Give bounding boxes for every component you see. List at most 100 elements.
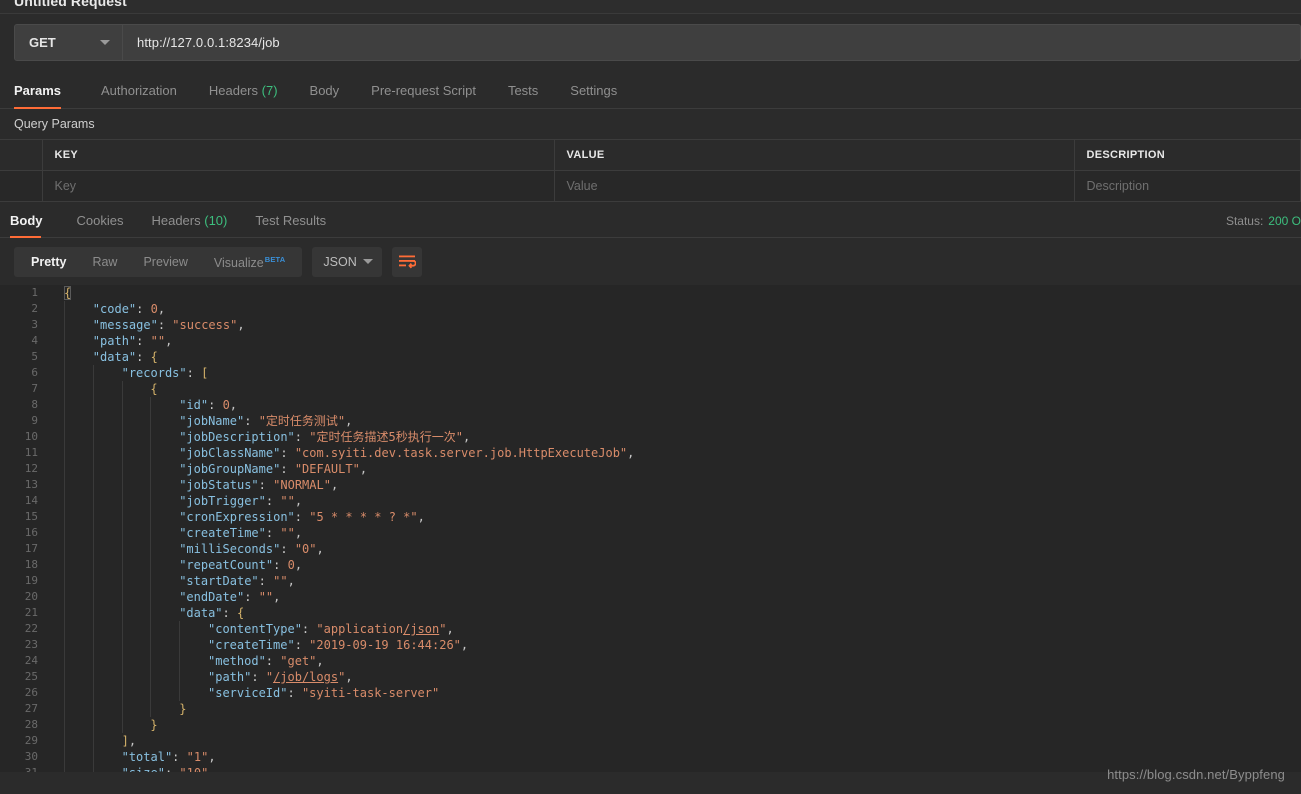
indent-guide [64, 397, 65, 413]
indent-guide [150, 461, 152, 477]
indent-guide [92, 381, 94, 397]
indent-guide [64, 557, 65, 573]
indent-guide [121, 445, 123, 461]
indent-guide [92, 749, 94, 765]
code-line-text: } [48, 717, 1301, 733]
code-line-text: "id": 0, [48, 397, 1301, 413]
code-line-text: } [48, 701, 1301, 717]
indent-guide [150, 445, 152, 461]
response-tab-headers[interactable]: Headers (10) [137, 213, 241, 237]
response-format-select[interactable]: JSON [312, 246, 383, 277]
code-line: 22 "contentType": "application/json", [0, 621, 1301, 637]
line-number: 19 [24, 574, 38, 587]
row-checkbox[interactable] [0, 170, 43, 202]
tab-tests[interactable]: Tests [492, 83, 554, 108]
indent-guide [92, 621, 94, 637]
indent-guide [121, 621, 123, 637]
code-line: 7{ [0, 381, 1301, 397]
code-line-text: "milliSeconds": "0", [48, 541, 1301, 557]
indent-guide [64, 333, 65, 349]
indent-guide [92, 701, 94, 717]
indent-guide [121, 525, 123, 541]
indent-guide [92, 365, 94, 381]
line-number: 26 [24, 686, 38, 699]
table-header-row: KEY VALUE DESCRIPTION [0, 139, 1301, 171]
indent-guide [64, 493, 65, 509]
row-value-input[interactable]: Value [554, 170, 1075, 202]
indent-guide [64, 461, 65, 477]
indent-guide [92, 541, 94, 557]
response-tab-body[interactable]: Body [10, 213, 57, 238]
code-line: 20 "endDate": "", [0, 589, 1301, 605]
indent-guide [150, 509, 152, 525]
code-line-text: "data": { [48, 349, 1301, 365]
indent-guide [64, 669, 65, 685]
code-line: 8 "id": 0, [0, 397, 1301, 413]
status-badge: 200 O [1268, 214, 1301, 228]
viewer-mode-visualize[interactable]: VisualizeBETA [201, 245, 298, 278]
response-tab-cookies[interactable]: Cookies [63, 213, 138, 237]
tab-headers[interactable]: Headers (7) [193, 83, 294, 108]
response-tabs-row: Body Cookies Headers (10) Test Results S… [0, 202, 1301, 238]
row-key-input[interactable]: Key [42, 170, 555, 202]
indent-guide [150, 541, 152, 557]
indent-guide [121, 493, 123, 509]
code-line-text: "data": { [48, 605, 1301, 621]
response-tab-test-results[interactable]: Test Results [241, 213, 340, 237]
tab-pre-request-script[interactable]: Pre-request Script [355, 83, 492, 108]
line-number: 1 [31, 286, 38, 299]
code-line: 2 "code": 0, [0, 301, 1301, 317]
tab-body[interactable]: Body [294, 83, 356, 108]
line-number: 17 [24, 542, 38, 555]
indent-guide [64, 445, 65, 461]
viewer-mode-raw[interactable]: Raw [79, 247, 130, 277]
indent-guide [92, 765, 94, 772]
indent-guide [150, 413, 152, 429]
indent-guide [64, 653, 65, 669]
indent-guide [121, 653, 123, 669]
indent-guide [64, 621, 65, 637]
viewer-mode-preview[interactable]: Preview [130, 247, 200, 277]
column-header-checkbox [0, 139, 43, 171]
tab-settings-label: Settings [570, 83, 618, 98]
response-format-label: JSON [323, 254, 357, 269]
code-line-text: "jobTrigger": "", [48, 493, 1301, 509]
tab-params[interactable]: Params [14, 83, 77, 109]
line-number: 2 [31, 302, 38, 315]
indent-guide [64, 749, 65, 765]
tab-tests-label: Tests [507, 83, 539, 98]
viewer-mode-pretty[interactable]: Pretty [18, 247, 79, 277]
tab-settings[interactable]: Settings [554, 83, 633, 108]
code-line-text: "jobName": "定时任务测试", [48, 413, 1301, 429]
code-line-text: { [48, 381, 1301, 397]
indent-guide [64, 477, 65, 493]
code-line-text: "path": "", [48, 333, 1301, 349]
tab-authorization[interactable]: Authorization [85, 83, 193, 108]
http-method-select[interactable]: GET [15, 25, 123, 60]
line-number: 12 [24, 462, 38, 475]
line-number: 14 [24, 494, 38, 507]
chevron-down-icon [363, 259, 374, 264]
code-line: 11 "jobClassName": "com.syiti.dev.task.se… [0, 445, 1301, 461]
indent-guide [92, 573, 94, 589]
code-line-text: "repeatCount": 0, [48, 557, 1301, 573]
code-line-text: "jobGroupName": "DEFAULT", [48, 461, 1301, 477]
code-line-text: "records": [ [48, 365, 1301, 381]
indent-guide [179, 685, 181, 701]
word-wrap-button[interactable] [392, 246, 423, 277]
code-line: 18 "repeatCount": 0, [0, 557, 1301, 573]
url-input[interactable]: http://127.0.0.1:8234/job [123, 25, 1300, 60]
viewer-mode-pretty-label: Pretty [31, 254, 67, 269]
code-line-text: { [64, 286, 72, 300]
indent-guide [92, 557, 94, 573]
indent-guide [92, 509, 94, 525]
row-description-input[interactable]: Description [1074, 170, 1301, 202]
code-line: 5 "data": { [0, 349, 1301, 365]
indent-guide [121, 557, 123, 573]
table-row[interactable]: Key Value Description [0, 170, 1301, 202]
indent-guide [150, 621, 152, 637]
code-line: 10 "jobDescription": "定时任务描述5秒执行一次", [0, 429, 1301, 445]
response-body-code-viewer[interactable]: 1{2 "code": 0, 3 "message": "success", 4 "pat… [0, 285, 1301, 772]
viewer-mode-raw-label: Raw [92, 254, 118, 269]
query-params-table: KEY VALUE DESCRIPTION Key Value Descript… [0, 139, 1301, 202]
